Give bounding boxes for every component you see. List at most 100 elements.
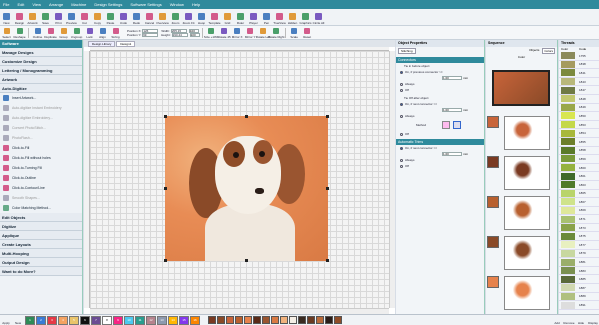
thread-row[interactable]: 1861 [559, 172, 599, 181]
thread-row[interactable]: 1889 [559, 292, 599, 302]
tab-stitching[interactable]: Stitching [398, 48, 416, 54]
graphics-button[interactable]: Graphics [299, 9, 312, 26]
display-button[interactable]: Display [587, 315, 599, 325]
tool-click-to-fill[interactable]: Click-to-Fill [0, 143, 82, 153]
height-input[interactable]: 190.44 [171, 32, 188, 37]
preview-button[interactable]: Preview [65, 9, 78, 26]
thread-row[interactable]: 1887 [559, 284, 599, 293]
color-palette-slot[interactable]: 1 [25, 315, 35, 325]
tie-in-value[interactable]: 1.00 [442, 76, 462, 80]
sequence-color-chip[interactable] [271, 316, 279, 324]
save-button[interactable]: Save [39, 9, 52, 26]
trueview-button[interactable]: TrueView [273, 9, 286, 26]
lock-button[interactable]: Lock [83, 26, 96, 39]
tool-insert-artwork[interactable]: Insert Artwork... [0, 93, 82, 103]
thread-row[interactable]: 1843 [559, 78, 599, 87]
tab-colors[interactable]: Colors [542, 48, 555, 54]
sequence-color-swatch[interactable] [487, 276, 499, 288]
section-customize-design[interactable]: Customize Design [0, 57, 82, 66]
tie-method-1-icon[interactable] [442, 121, 451, 129]
menu-window[interactable]: Window [170, 2, 184, 7]
menu-arrange[interactable]: Arrange [49, 2, 63, 7]
template-button[interactable]: Template [208, 9, 221, 26]
section-create-layouts[interactable]: Create Layouts [0, 240, 82, 249]
section-auto-digitize[interactable]: Auto-Digitize [0, 84, 82, 93]
design-canvas[interactable] [90, 51, 389, 308]
overview-button[interactable]: Overview [156, 9, 169, 26]
sequence-color-chip[interactable] [235, 316, 243, 324]
sequence-color-chip[interactable] [298, 316, 306, 324]
selection-handle[interactable] [164, 187, 167, 190]
mirror-x-button[interactable]: Mirror X [231, 26, 244, 39]
color-palette-slot[interactable]: 12 [146, 315, 156, 325]
section-want-to-do-more[interactable]: Want to do More? [0, 267, 82, 276]
ungroup-button[interactable]: Ungroup [70, 26, 83, 39]
sequence-color-swatch[interactable] [487, 116, 499, 128]
color-palette-slot[interactable]: 10 [124, 315, 134, 325]
trim-value[interactable]: 1.00 [442, 152, 462, 156]
thread-row[interactable]: 1848 [559, 95, 599, 104]
section-artwork[interactable]: Artwork [0, 75, 82, 84]
cut-button[interactable]: Cut [78, 9, 91, 26]
sizing-button[interactable]: Sizing [109, 26, 122, 39]
thread-row[interactable]: 1877 [559, 241, 599, 250]
color-palette-slot[interactable]: 14 [168, 315, 178, 325]
section-digitize[interactable]: Digitize [0, 222, 82, 231]
sequence-color-chip[interactable] [289, 316, 297, 324]
color-palette-slot[interactable]: 3 [47, 315, 57, 325]
sequence-color-chip[interactable] [325, 316, 333, 324]
zoom-fit-button[interactable]: Zoom Fit [182, 9, 195, 26]
rotate-45-button[interactable]: Rotate 45 [218, 26, 231, 39]
selection-handle[interactable] [245, 259, 248, 262]
tool-click-to-contour-line[interactable]: Click-to-Contour/Line [0, 183, 82, 193]
thread-row[interactable]: 1879 [559, 249, 599, 259]
thread-row[interactable]: 1854 [559, 129, 599, 138]
menu-edit[interactable]: Edit [17, 2, 24, 7]
hoop-button[interactable]: Hoop [195, 9, 208, 26]
tool-click-to-fill-without-holes[interactable]: Click-to-Fill without holes [0, 153, 82, 163]
color-palette-slot[interactable]: 11 [135, 315, 145, 325]
selection-handle[interactable] [164, 259, 167, 262]
new-button[interactable]: New [0, 9, 13, 26]
sequence-color-chip[interactable] [334, 316, 342, 324]
sequence-color-swatch[interactable] [487, 196, 499, 208]
thread-row[interactable]: 1873 [559, 224, 599, 233]
thread-row[interactable]: 1841 [559, 69, 599, 78]
thread-row[interactable]: 1875 [559, 232, 599, 242]
section-multi-hooping[interactable]: Multi-Hooping [0, 249, 82, 258]
artwork-button[interactable]: Artwork [26, 9, 39, 26]
thread-row[interactable]: 1883 [559, 267, 599, 276]
embroidery-design[interactable] [165, 116, 328, 261]
color-palette-slot[interactable]: 6 [80, 315, 90, 325]
sequence-color-chip[interactable] [307, 316, 315, 324]
thread-row[interactable]: 1863 [559, 181, 599, 190]
color-palette-slot[interactable]: 16 [190, 315, 200, 325]
thread-row[interactable]: 1871 [559, 215, 599, 224]
thread-row[interactable]: 1858 [559, 146, 599, 156]
thread-row[interactable]: 1891 [559, 301, 599, 310]
color-palette-slot[interactable]: 13 [157, 315, 167, 325]
section-output-design[interactable]: Output Design [0, 258, 82, 267]
ruler-button[interactable]: Ruler [234, 9, 247, 26]
rotate-right-button[interactable]: Rotate Right [268, 26, 284, 39]
color-palette-slot[interactable]: 8 [102, 315, 112, 325]
menu-view[interactable]: View [32, 2, 41, 7]
menu-machine[interactable]: Machine [71, 2, 86, 7]
pen-button[interactable]: Pen [260, 9, 273, 26]
thread-row[interactable]: 1755 [559, 52, 599, 61]
selection-handle[interactable] [326, 115, 329, 118]
reset-button[interactable]: Reset [301, 26, 314, 39]
pos_y-input[interactable]: 99 [142, 32, 159, 37]
menu-file[interactable]: File [3, 2, 9, 7]
menu-software-settings[interactable]: Software Settings [130, 2, 161, 7]
menu-design-settings[interactable]: Design Settings [94, 2, 122, 7]
size-10-button[interactable]: Size +10% [204, 26, 218, 39]
tie-method-2-icon[interactable] [453, 121, 462, 129]
sequence-object-thumbnail[interactable] [504, 236, 550, 270]
full-design-thumbnail[interactable] [492, 70, 550, 106]
undo-button[interactable]: Undo [117, 9, 130, 26]
mirror-y-button[interactable]: Mirror Y [244, 26, 257, 39]
paste-button[interactable]: Paste [104, 9, 117, 26]
section-lettering-monogramming[interactable]: Lettering / Monogramming [0, 66, 82, 75]
cancel-button[interactable]: Cancel [143, 9, 156, 26]
